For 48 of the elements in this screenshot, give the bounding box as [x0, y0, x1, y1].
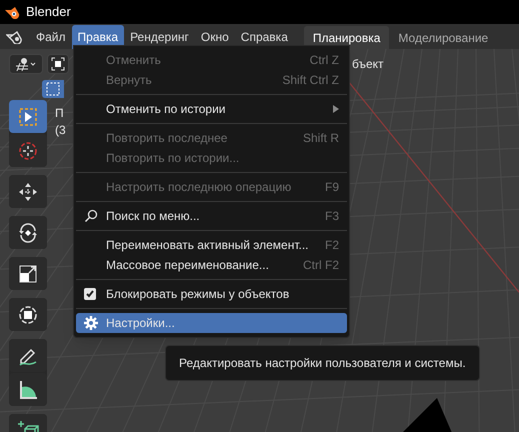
scale-icon — [17, 262, 39, 284]
gear-icon — [84, 316, 98, 330]
select-mode-button[interactable] — [42, 80, 64, 98]
shortcut-label: F3 — [324, 208, 339, 225]
viewport-info-text: (3 — [55, 122, 66, 139]
cursor-icon — [17, 140, 39, 162]
search-icon — [84, 209, 98, 223]
mode-button[interactable] — [47, 54, 69, 74]
menu-item[interactable]: Настройки... — [76, 313, 347, 333]
shortcut-label: F9 — [324, 179, 339, 196]
menu-item[interactable]: Блокировать режимы у объектов — [76, 284, 347, 304]
shortcut-label: Ctrl F2 — [303, 257, 339, 274]
object-mode-icon — [51, 56, 65, 70]
workspace-tab[interactable]: Планировка — [304, 26, 390, 50]
app-logo-icon[interactable] — [6, 30, 24, 44]
select-box-icon — [46, 82, 60, 96]
transform-icon — [17, 304, 39, 326]
menu-bar-item[interactable]: Окно — [194, 24, 235, 48]
window-title: Blender — [26, 3, 71, 22]
workspace-tab[interactable]: Моделирование — [389, 26, 498, 50]
viewport-info-text: П — [55, 105, 65, 122]
menu-bar-item[interactable]: Файл — [30, 24, 72, 48]
shortcut-label: Shift R — [302, 130, 339, 147]
menu-bar-item[interactable]: Справка — [234, 24, 294, 48]
header-label: бъект — [352, 56, 384, 72]
tool-button[interactable] — [9, 298, 47, 331]
shortcut-label: Ctrl Z — [310, 52, 339, 69]
menu-item[interactable]: Массовое переименование... Ctrl F2 — [76, 255, 347, 275]
menu-item[interactable]: Поиск по меню... F3 — [76, 206, 347, 226]
shortcut-label: Shift Ctrl Z — [282, 72, 339, 89]
mesh-object-drawing — [402, 398, 452, 432]
select-box-icon — [17, 106, 39, 128]
tool-button[interactable] — [9, 175, 47, 208]
checkbox[interactable] — [84, 288, 96, 300]
rotate-icon — [17, 222, 39, 244]
editor-type-button[interactable] — [9, 54, 43, 74]
tool-button[interactable] — [9, 257, 47, 290]
app-logo-icon — [4, 5, 20, 19]
submenu-arrow-icon — [333, 105, 339, 113]
menu-bar-item[interactable]: Рендеринг — [124, 24, 195, 48]
menu-item[interactable]: Отменить по истории — [76, 99, 347, 119]
viewport-icon — [14, 56, 38, 70]
tooltip: Редактировать настройки пользователя и системы. — [165, 345, 480, 381]
move-arrows-icon — [17, 180, 39, 202]
menu-item[interactable]: Переименовать активный элемент... F2 — [76, 235, 347, 255]
ruler-icon — [17, 378, 39, 400]
tool-button[interactable] — [9, 216, 47, 249]
shortcut-label: F2 — [324, 237, 339, 254]
